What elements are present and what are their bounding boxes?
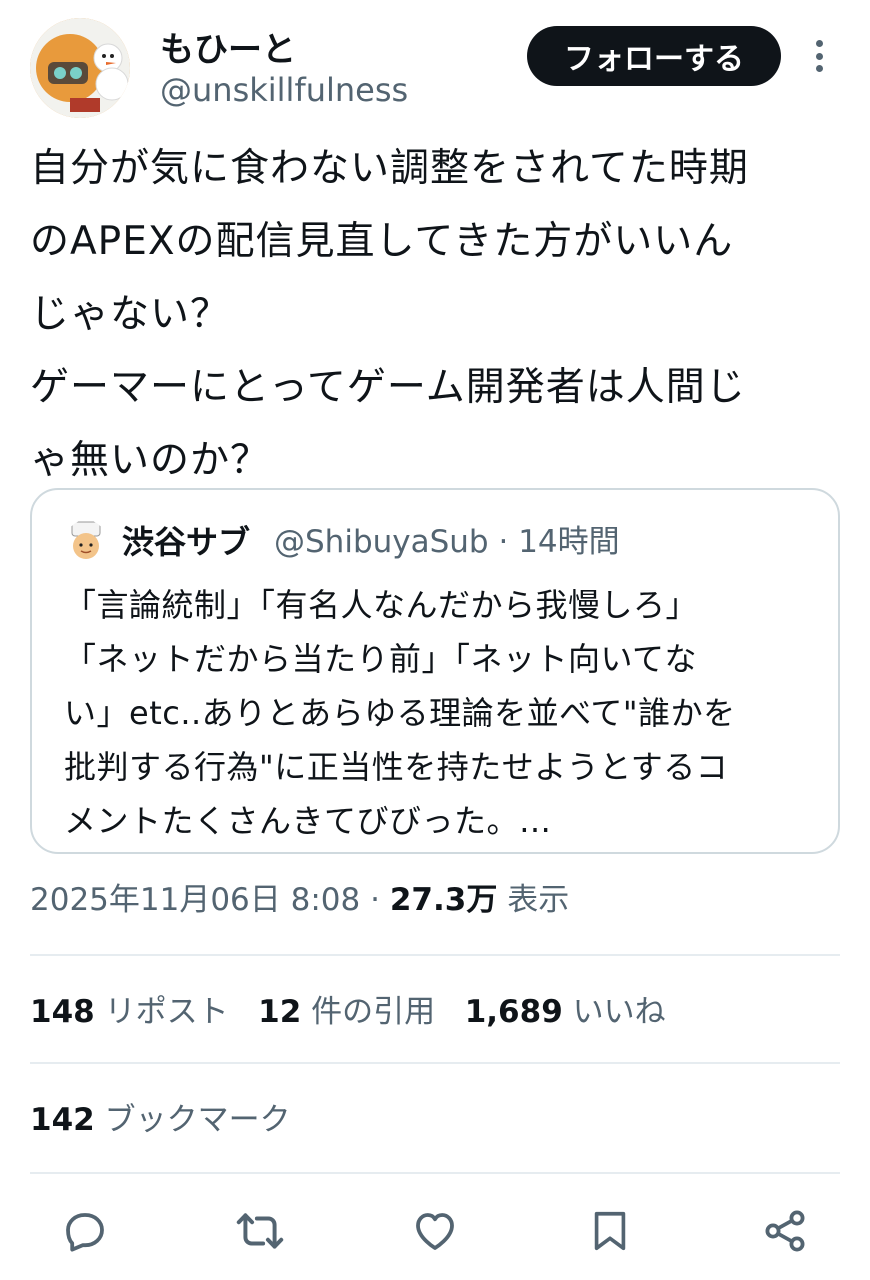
divider xyxy=(30,954,840,956)
author-handle[interactable]: @unskillfulness xyxy=(160,68,408,112)
bookmark-icon[interactable] xyxy=(585,1206,635,1256)
bookmarks-stat[interactable]: 142 ブックマーク xyxy=(30,1096,291,1144)
divider xyxy=(30,1172,840,1174)
likes-stat[interactable]: 1,689 いいね xyxy=(465,994,666,1030)
reply-icon[interactable] xyxy=(60,1206,110,1256)
quoted-author-meta: @ShibuyaSub · 14時間 xyxy=(274,520,620,564)
quoted-author-handle: @ShibuyaSub xyxy=(274,524,489,560)
bookmark-label: ブックマーク xyxy=(104,1102,291,1138)
tweet-timestamp[interactable]: 2025年11月06日 8:08 xyxy=(30,882,360,918)
tweet-meta: 2025年11月06日 8:08 · 27.3万 表示 xyxy=(30,876,569,924)
view-count: 27.3万 xyxy=(389,882,498,918)
quote-label: 件の引用 xyxy=(311,994,436,1030)
quoted-tweet-text: 「言論統制」「有名人なんだから我慢しろ」 「ネットだから当たり前」「ネット向いて… xyxy=(64,586,736,840)
tweet-text: 自分が気に食わない調整をされてた時期 のAPEXの配信見直してきた方がいいん じ… xyxy=(30,146,749,483)
quoted-tweet[interactable]: 渋谷サブ @ShibuyaSub · 14時間 「言論統制」「有名人なんだから我… xyxy=(30,488,840,854)
repost-icon[interactable] xyxy=(235,1206,285,1256)
bookmark-count: 142 xyxy=(30,1102,95,1138)
engagement-stats: 148 リポスト 12 件の引用 1,689 いいね xyxy=(30,988,666,1036)
reposts-stat[interactable]: 148 リポスト xyxy=(30,994,229,1030)
quote-count: 12 xyxy=(258,994,302,1030)
like-count: 1,689 xyxy=(464,994,563,1030)
view-label: 表示 xyxy=(507,882,570,918)
tweet-header: もひーと @unskillfulness フォローする xyxy=(30,18,840,118)
heart-icon[interactable] xyxy=(410,1206,460,1256)
repost-label: リポスト xyxy=(104,994,229,1030)
author-display-name[interactable]: もひーと xyxy=(160,28,296,72)
meta-separator: · xyxy=(498,524,509,560)
quoted-time: 14時間 xyxy=(518,524,620,560)
share-icon[interactable] xyxy=(760,1206,810,1256)
author-avatar[interactable] xyxy=(30,18,130,118)
quotes-stat[interactable]: 12 件の引用 xyxy=(258,994,435,1030)
divider xyxy=(30,1062,840,1064)
meta-separator: · xyxy=(370,882,380,918)
quoted-author-avatar xyxy=(66,520,106,560)
action-bar xyxy=(60,1206,810,1256)
repost-count: 148 xyxy=(30,994,95,1030)
like-label: いいね xyxy=(572,994,666,1030)
follow-button[interactable]: フォローする xyxy=(527,26,781,86)
more-vertical-icon[interactable] xyxy=(804,36,834,76)
quoted-author-display-name: 渋谷サブ xyxy=(122,523,251,561)
